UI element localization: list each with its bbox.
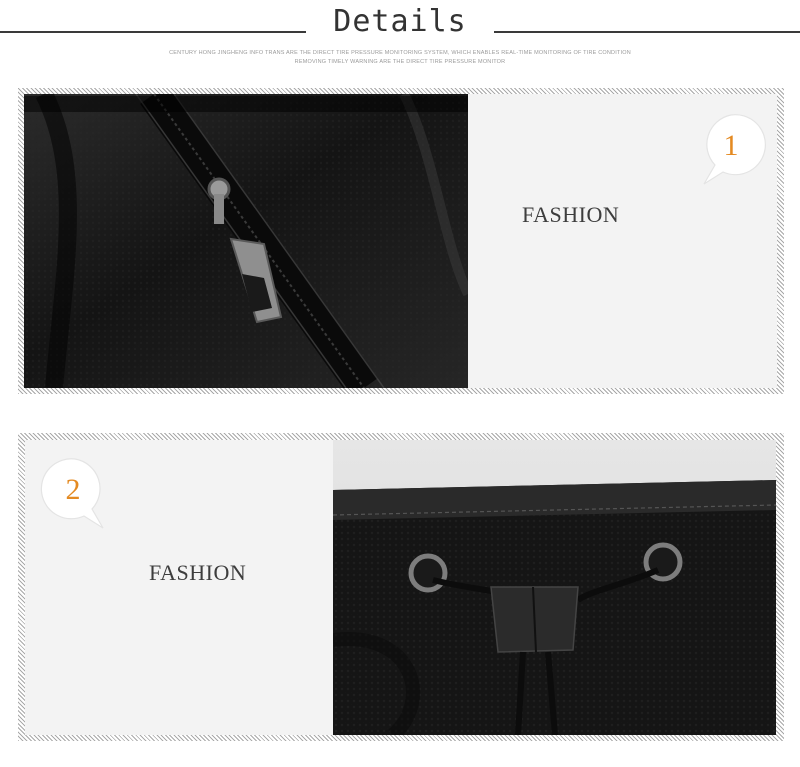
detail-caption-area-2: 2 FASHION [25,440,333,735]
detail-caption-area-1: FASHION 1 [468,94,777,388]
eyelet-left-icon [408,553,448,593]
fashion-label-1: FASHION [522,202,620,227]
header-subtitle-line2: removing timely warning are the direct t… [294,59,506,65]
header-subtitle-line1: Century Hong Jingheng info trans are the… [169,50,631,56]
detail-panel-1: FASHION 1 [18,88,784,394]
drawstring-leather-photo [333,440,776,735]
step-number-1: 1 [723,129,739,162]
step-number-2: 2 [65,473,81,506]
zipper-leather-photo [24,94,468,388]
detail-panel-2: 2 FASHION [18,433,784,741]
speech-bubble-1: 1 [698,109,774,191]
page-title: Details [333,4,467,39]
fashion-label-2: FASHION [149,560,247,585]
header-rule-right [494,31,800,33]
header-rule-left [0,31,306,33]
speech-bubble-2: 2 [37,453,113,535]
details-header: Details Century Hong Jingheng info trans… [0,0,800,80]
